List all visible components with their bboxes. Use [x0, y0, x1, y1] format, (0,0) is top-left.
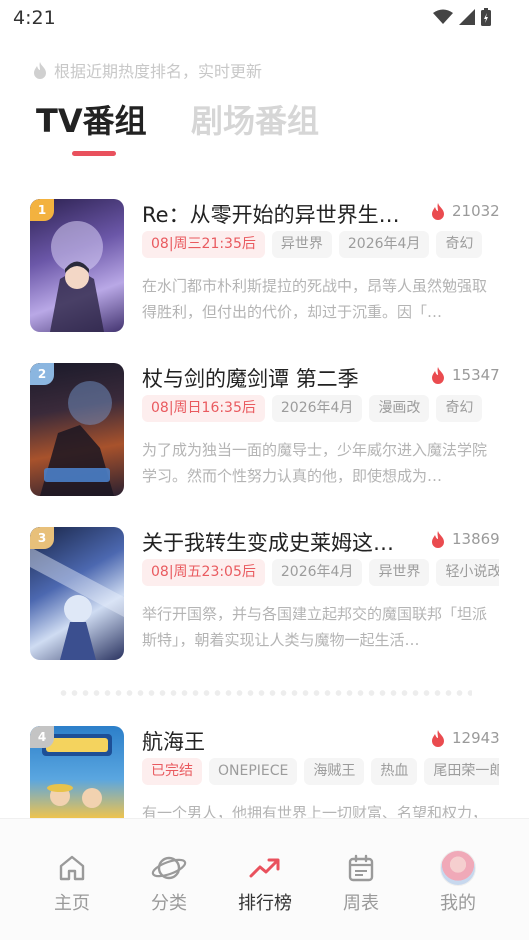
nav-label: 周表 — [343, 893, 379, 914]
home-icon — [59, 855, 85, 881]
tag[interactable]: 漫画改 — [369, 395, 430, 422]
hint-text: 根据近期热度排名，实时更新 — [54, 62, 263, 81]
nav-schedule[interactable]: 周表 — [321, 851, 401, 915]
flame-icon — [432, 531, 444, 548]
item-title[interactable]: Re：从零开始的异世界生活 第四季 — [142, 199, 412, 229]
tag-airtime[interactable]: 08|周三21:35后 — [142, 231, 265, 258]
item-title[interactable]: 杖与剑的魔剑谭 第二季 — [142, 363, 412, 393]
tag-list: 已完结 ONEPIECE 海贼王 热血 尾田荣一郎 — [142, 758, 499, 786]
tag[interactable]: 奇幻 — [436, 231, 483, 258]
flame-icon — [432, 367, 444, 384]
nav-label: 排行榜 — [238, 893, 292, 914]
nav-category[interactable]: 分类 — [129, 851, 209, 915]
heat-value: 15347 — [452, 366, 500, 384]
trending-icon — [249, 858, 280, 878]
tag[interactable]: 热血 — [371, 758, 418, 785]
heat-score: 21032 — [430, 202, 529, 220]
battery-icon — [481, 8, 491, 26]
rank-badge: 2 — [30, 363, 54, 385]
flame-icon — [432, 730, 444, 747]
cover-image[interactable]: 3 — [30, 527, 124, 660]
tag[interactable]: 2026年4月 — [338, 231, 430, 258]
heat-score: 12943 — [430, 729, 529, 747]
calendar-icon — [348, 854, 374, 882]
nav-ranking[interactable]: 排行榜 — [225, 851, 305, 915]
status-bar: 4:21 — [0, 0, 529, 36]
heat-value: 21032 — [452, 202, 500, 220]
bottom-nav: 主页 分类 排行榜 周表 我的 — [0, 818, 529, 940]
nav-label: 我的 — [440, 893, 476, 914]
signal-icon — [459, 9, 475, 25]
section-divider — [58, 690, 472, 696]
item-description: 为了成为独当一面的魔导士，少年威尔进入魔法学院学习。然而个性努力认真的他，即使想… — [142, 441, 488, 485]
rank-badge: 1 — [30, 199, 54, 221]
item-title[interactable]: 关于我转生变成史莱姆这档事 第四季 — [142, 527, 412, 557]
tag-list: 08|周三21:35后 异世界 2026年4月 奇幻 — [142, 231, 499, 259]
nav-label: 分类 — [151, 893, 187, 914]
tab-active-indicator — [72, 151, 116, 156]
heat-value: 13869 — [452, 530, 500, 548]
rank-badge: 4 — [30, 726, 54, 748]
tag-airtime[interactable]: 08|周五23:05后 — [142, 559, 265, 586]
item-description: 在水门都市朴利斯提拉的死战中，昂等人虽然勉强取得胜利，但付出的代价，却过于沉重。… — [142, 277, 488, 321]
planet-icon — [151, 856, 187, 880]
flame-icon — [34, 62, 46, 79]
avatar — [440, 850, 476, 886]
heat-score: 15347 — [430, 366, 529, 384]
nav-profile[interactable]: 我的 — [418, 850, 498, 915]
cover-image[interactable]: 1 — [30, 199, 124, 332]
rank-badge: 3 — [30, 527, 54, 549]
list-item[interactable]: 2 杖与剑的魔剑谭 第二季 15347 08|周日16:35后 2026年4月 漫画… — [0, 363, 529, 503]
tag-list: 08|周日16:35后 2026年4月 漫画改 奇幻 — [142, 395, 499, 423]
list-item[interactable]: 3 关于我转生变成史莱姆这档事 第四季 13869 08|周五23:05后202… — [0, 527, 529, 667]
tag-airtime[interactable]: 08|周日16:35后 — [142, 395, 265, 422]
tag[interactable]: 轻小说改 — [436, 559, 499, 586]
tag-status[interactable]: 已完结 — [142, 758, 202, 785]
tag[interactable]: 海贼王 — [304, 758, 365, 785]
item-description: 举行开国祭，并与各国建立起邦交的魔国联邦「坦派斯特」，朝着实现让人类与魔物一起生… — [142, 605, 488, 649]
cover-image[interactable]: 2 — [30, 363, 124, 496]
tag[interactable]: 尾田荣一郎 — [424, 758, 499, 785]
tag[interactable]: 异世界 — [271, 231, 332, 258]
tag[interactable]: 异世界 — [369, 559, 430, 586]
tag[interactable]: 2026年4月 — [271, 559, 363, 586]
nav-home[interactable]: 主页 — [32, 851, 112, 915]
ranking-hint: 根据近期热度排名，实时更新 — [32, 58, 262, 82]
tab-theatrical[interactable]: 剧场番组 — [191, 96, 319, 142]
status-time: 4:21 — [13, 7, 56, 29]
wifi-icon — [433, 9, 453, 24]
tab-tv[interactable]: TV番组 — [36, 96, 147, 142]
tag[interactable]: 2026年4月 — [271, 395, 363, 422]
status-icons — [433, 8, 491, 26]
nav-label: 主页 — [54, 893, 90, 914]
heat-value: 12943 — [452, 729, 500, 747]
tag-list: 08|周五23:05后 2026年4月 异世界 轻小说改 — [142, 559, 499, 587]
heat-score: 13869 — [430, 530, 529, 548]
list-item[interactable]: 1 Re：从零开始的异世界生活 第四季 21032 08|周三21:35后异世界… — [0, 199, 529, 339]
tag[interactable]: 奇幻 — [436, 395, 483, 422]
tag[interactable]: ONEPIECE — [209, 758, 298, 785]
item-title[interactable]: 航海王 — [142, 726, 412, 756]
flame-icon — [432, 203, 444, 220]
